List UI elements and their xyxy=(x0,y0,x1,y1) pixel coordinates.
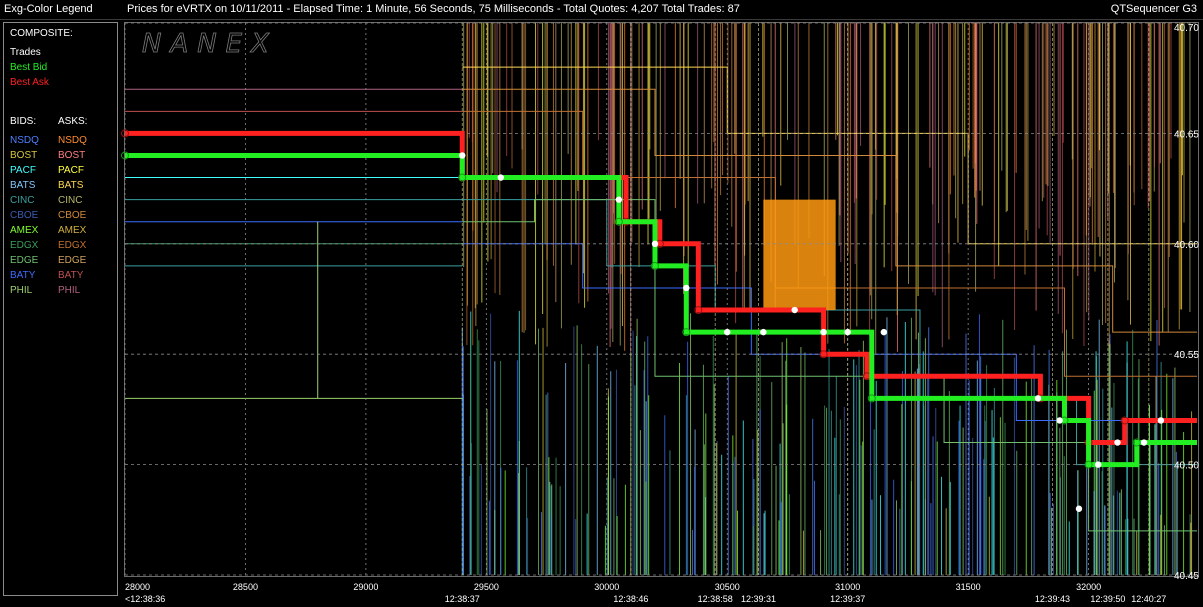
trade-point xyxy=(497,174,505,181)
ask-cluster-block xyxy=(763,199,836,311)
time-label: 12:38:46 xyxy=(613,594,648,604)
y-tick-label: 40.45 xyxy=(1174,571,1199,582)
trade-point xyxy=(880,328,888,336)
trade-point xyxy=(459,152,466,159)
trade-point xyxy=(1157,417,1165,424)
x-tick-label: 31500 xyxy=(956,582,981,592)
price-chart: NANEX 28000 28500 29000 29500 30000 30500 3100… xyxy=(121,22,1199,604)
trade-point xyxy=(791,306,798,314)
axis-layer: 28000 28500 29000 29500 30000 30500 31000 31500… xyxy=(125,23,1199,604)
x-tick-label: 30500 xyxy=(715,582,740,592)
y-tick-label: 40.60 xyxy=(1174,240,1199,251)
x-tick-label: 32000 xyxy=(1076,582,1101,592)
x-tick-label: 28000 xyxy=(125,582,150,592)
trade-point xyxy=(615,196,623,203)
trade-point xyxy=(724,328,731,336)
trade-point xyxy=(1056,417,1063,424)
y-tick-label: 40.55 xyxy=(1174,350,1199,361)
trade-point xyxy=(1114,439,1121,446)
x-tick-label: 30000 xyxy=(594,582,619,592)
time-label: 12:39:37 xyxy=(830,594,865,604)
nanex-watermark: NANEX xyxy=(142,29,278,59)
trade-point xyxy=(1075,505,1083,512)
time-label: 12:39:31 xyxy=(741,594,776,604)
y-tick-label: 40.70 xyxy=(1174,23,1199,34)
trade-point xyxy=(683,284,690,292)
x-tick-label: 29000 xyxy=(353,582,378,592)
y-tick-label: 40.50 xyxy=(1174,461,1199,472)
x-tick-label: 28500 xyxy=(233,582,258,592)
time-label: 12:38:58 xyxy=(698,594,733,604)
trade-point xyxy=(1095,461,1102,468)
x-tick-label: 29500 xyxy=(474,582,499,592)
y-tick-label: 40.65 xyxy=(1174,129,1199,140)
trade-point xyxy=(1034,395,1042,402)
trade-point xyxy=(820,328,827,336)
trade-point xyxy=(844,328,851,336)
time-label: 12:39:50 xyxy=(1090,594,1125,604)
time-label: 12:40:27 xyxy=(1131,594,1166,604)
time-label: 12:39:43 xyxy=(1035,594,1070,604)
time-label: <12:38:36 xyxy=(125,594,165,604)
x-tick-label: 31000 xyxy=(835,582,860,592)
trade-point xyxy=(1140,439,1148,446)
time-label: 12:38:37 xyxy=(445,594,480,604)
trade-point xyxy=(651,240,659,247)
trade-point xyxy=(760,328,767,336)
quote-background-layer xyxy=(125,23,1197,575)
